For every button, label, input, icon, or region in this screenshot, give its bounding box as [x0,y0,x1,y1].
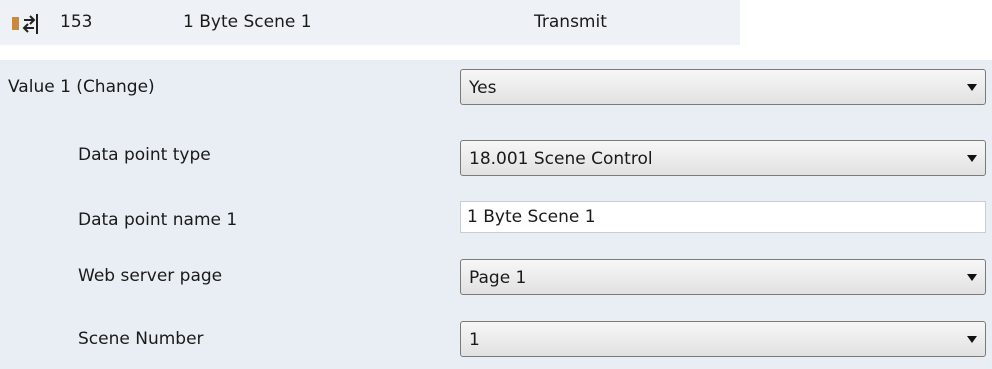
object-header: 153 1 Byte Scene 1 Transmit [0,0,740,45]
web-page-label: Web server page [78,266,223,286]
communication-object-arrows-icon [12,14,40,34]
scene-label: Scene Number [78,329,204,349]
dp-name-label: Data point name 1 [78,210,238,230]
dp-name-input[interactable] [460,201,986,233]
object-number: 153 [60,12,93,32]
web-page-selected: Page 1 [469,268,527,288]
object-flag: Transmit [534,12,607,32]
value1-label: Value 1 (Change) [8,77,155,97]
web-page-select[interactable]: Page 1 [460,259,986,295]
object-name: 1 Byte Scene 1 [183,12,312,32]
dpt-select[interactable]: 18.001 Scene Control [460,140,986,176]
value1-selected: Yes [469,78,497,98]
scene-selected: 1 [469,330,480,350]
chevron-down-icon [967,84,977,91]
scene-select[interactable]: 1 [460,321,986,357]
value1-select[interactable]: Yes [460,69,986,105]
chevron-down-icon [967,336,977,343]
dpt-label: Data point type [78,145,211,165]
chevron-down-icon [967,155,977,162]
parameter-panel: Value 1 (Change) Yes Data point type 18.… [0,60,992,369]
dpt-selected: 18.001 Scene Control [469,149,653,169]
chevron-down-icon [967,274,977,281]
